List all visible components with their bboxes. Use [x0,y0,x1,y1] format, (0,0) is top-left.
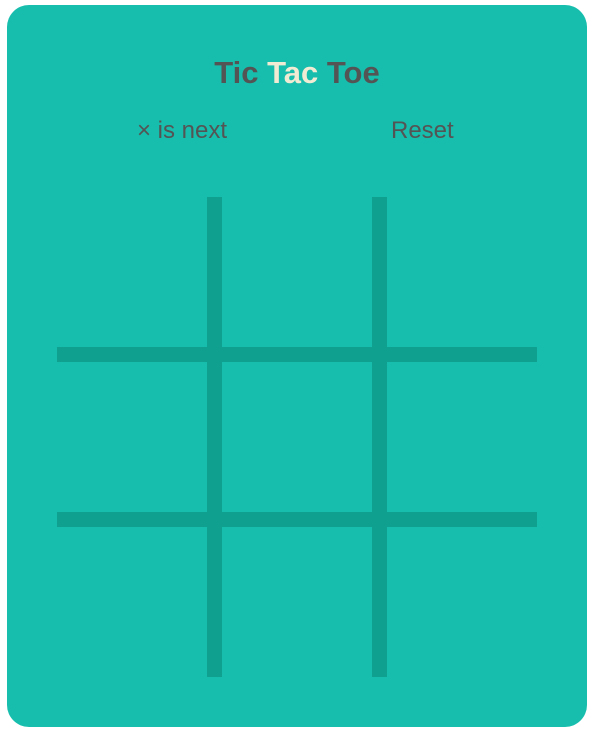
reset-button[interactable]: Reset [391,117,454,145]
board-cell-9[interactable] [387,527,537,677]
board-cell-2[interactable] [222,197,372,347]
grid-line-vertical-1 [207,197,222,677]
title-part-toe: Toe [326,55,380,90]
board-cell-5[interactable] [222,362,372,512]
board-cell-8[interactable] [222,527,372,677]
board-cell-3[interactable] [387,197,537,347]
title-part-tic: Tic [214,55,259,90]
board-cell-7[interactable] [57,527,207,677]
grid-line-vertical-2 [372,197,387,677]
turn-status: × is next [137,117,228,144]
title-part-tac: Tac [267,55,319,90]
board-cell-4[interactable] [57,362,207,512]
grid-line-horizontal-1 [57,347,537,362]
grid-line-horizontal-2 [57,512,537,527]
game-card: Tic Tac Toe × is next Reset [7,5,587,727]
game-board [57,197,537,677]
board-cell-1[interactable] [57,197,207,347]
board-cell-6[interactable] [387,362,537,512]
game-title: Tic Tac Toe [7,55,587,91]
